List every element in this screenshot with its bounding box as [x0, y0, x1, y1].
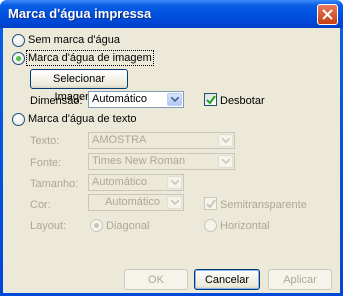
- text-label: Texto:: [30, 135, 60, 147]
- scale-value: Automático: [92, 93, 148, 105]
- font-select[interactable]: Times New Roman: [88, 153, 235, 170]
- picture-watermark-radio[interactable]: [12, 52, 25, 65]
- picture-watermark-label[interactable]: Marca d'água de imagem: [26, 50, 154, 66]
- close-button[interactable]: [317, 4, 338, 25]
- cancel-button[interactable]: Cancelar: [194, 269, 260, 290]
- text-watermark-label[interactable]: Marca d'água de texto: [28, 113, 137, 125]
- checkmark-icon: [206, 199, 216, 209]
- washout-label[interactable]: Desbotar: [220, 95, 265, 107]
- semitransparent-checkbox[interactable]: [204, 197, 217, 210]
- color-label: Cor:: [30, 199, 51, 211]
- radio-selected-dot: [94, 223, 99, 228]
- scale-label: Dimensão:: [30, 95, 83, 107]
- chevron-down-icon[interactable]: [167, 196, 182, 209]
- size-value: Automático: [92, 176, 148, 188]
- text-select[interactable]: AMOSTRA: [88, 132, 235, 149]
- dialog-window: Marca d'água impressa Sem marca d'água M…: [0, 0, 343, 296]
- no-watermark-label[interactable]: Sem marca d'água: [28, 34, 120, 46]
- select-picture-button[interactable]: Selecionar Imagem...: [30, 69, 128, 103]
- close-icon: [322, 9, 333, 20]
- layout-label: Layout:: [30, 220, 67, 232]
- apply-button[interactable]: Aplicar: [268, 269, 332, 290]
- semitransparent-label[interactable]: Semitransparente: [220, 199, 307, 211]
- chevron-down-icon[interactable]: [218, 134, 233, 147]
- checkmark-icon: [206, 95, 216, 105]
- washout-checkbox[interactable]: [204, 93, 217, 106]
- color-value: Automático: [105, 196, 161, 208]
- layout-diagonal-radio[interactable]: [90, 219, 103, 232]
- text-value: AMOSTRA: [92, 134, 147, 146]
- layout-diagonal-label[interactable]: Diagonal: [106, 220, 149, 232]
- no-watermark-radio[interactable]: [12, 34, 25, 47]
- scale-select[interactable]: Automático: [88, 91, 184, 108]
- color-select[interactable]: Automático: [88, 194, 184, 211]
- layout-horizontal-radio[interactable]: [204, 219, 217, 232]
- ok-button[interactable]: OK: [124, 269, 188, 290]
- radio-selected-dot: [16, 56, 21, 61]
- font-value: Times New Roman: [92, 155, 186, 167]
- size-select[interactable]: Automático: [88, 174, 184, 191]
- dialog-body: Sem marca d'água Marca d'água de imagem …: [3, 28, 340, 293]
- dialog-title: Marca d'água impressa: [8, 6, 152, 21]
- size-label: Tamanho:: [30, 178, 79, 190]
- font-label: Fonte:: [30, 157, 62, 169]
- title-bar[interactable]: Marca d'água impressa: [0, 0, 343, 28]
- chevron-down-icon[interactable]: [167, 93, 182, 106]
- layout-horizontal-label[interactable]: Horizontal: [220, 220, 270, 232]
- text-watermark-radio[interactable]: [12, 113, 25, 126]
- chevron-down-icon[interactable]: [218, 155, 233, 168]
- chevron-down-icon[interactable]: [167, 176, 182, 189]
